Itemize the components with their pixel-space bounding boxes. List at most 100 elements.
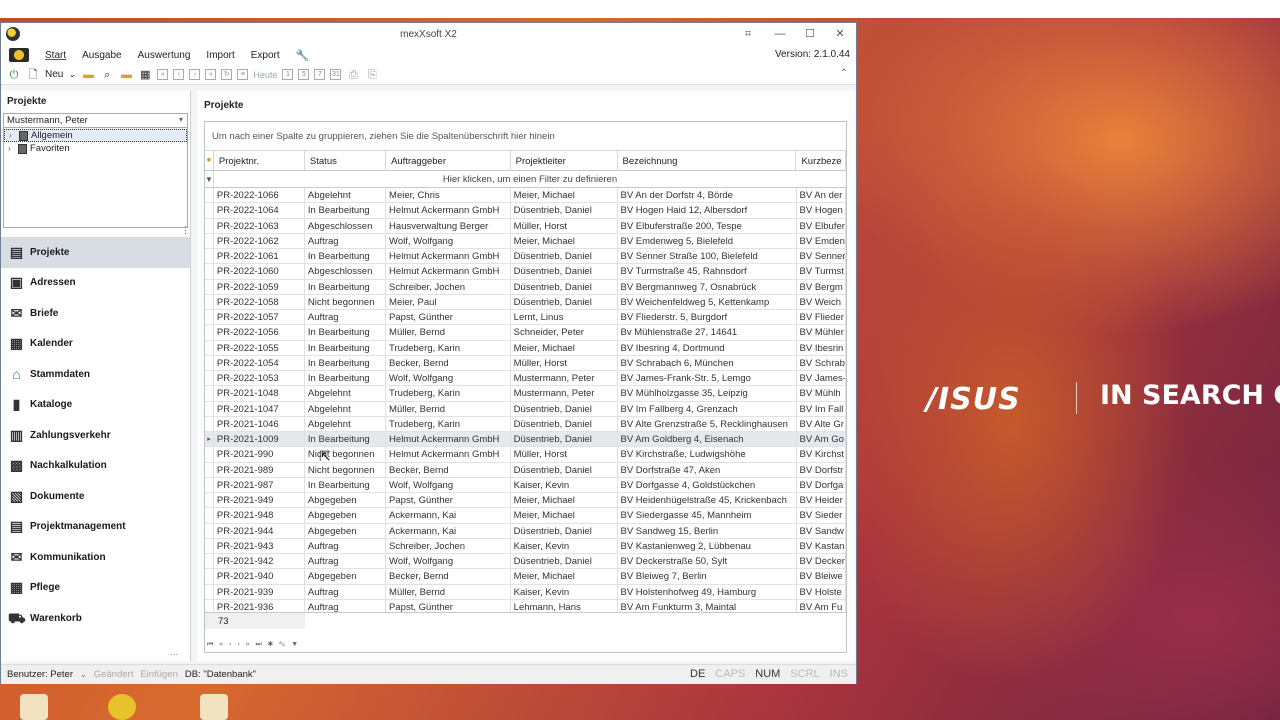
table-cell[interactable]: Düsentrieb, Daniel [511, 401, 618, 416]
table-cell[interactable]: BV Siedergasse 45, Mannheim [618, 508, 797, 523]
table-cell[interactable]: In Bearbeitung [305, 477, 387, 492]
sidebar-item-zahlungsverkehr[interactable]: ▥ Zahlungsverkehr [1, 420, 190, 451]
table-cell[interactable]: PR-2022-1053 [214, 371, 305, 386]
table-cell[interactable]: BV Mühlh [797, 386, 846, 401]
table-cell[interactable]: BV Ibesring 4, Dortmund [618, 340, 797, 355]
table-cell[interactable]: Meier, Chris [386, 188, 511, 203]
table-cell[interactable]: PR-2022-1057 [214, 310, 305, 325]
table-cell[interactable]: Kaiser, Kevin [511, 538, 618, 553]
table-cell[interactable]: Bv Mühlenstraße 27, 14641 [618, 325, 797, 340]
table-row[interactable]: ▸ PR-2021-1009 In Bearbeitung Helmut Ackerm… [205, 432, 846, 448]
table-cell[interactable]: Abgelehnt [305, 386, 387, 401]
table-cell[interactable]: Abgegeben [305, 508, 387, 523]
table-cell[interactable]: Meier, Michael [511, 340, 618, 355]
table-cell[interactable]: BV Turmst [797, 264, 846, 279]
table-row[interactable]: PR-2022-1056 In Bearbeitung Müller, Bernd S… [205, 325, 846, 341]
table-cell[interactable]: Abgegeben [305, 523, 387, 538]
table-cell[interactable]: Mustermann, Peter [511, 371, 618, 386]
table-cell[interactable]: BV Schrabach 6, München [618, 355, 797, 370]
refresh-icon[interactable]: ↻ [221, 69, 233, 80]
table-cell[interactable]: PR-2022-1055 [214, 340, 305, 355]
table-cell[interactable]: PR-2022-1064 [214, 203, 305, 218]
expand-icon[interactable]: › [8, 144, 18, 153]
table-cell[interactable]: In Bearbeitung [305, 203, 387, 218]
table-cell[interactable]: Düsentrieb, Daniel [511, 432, 618, 447]
table-cell[interactable]: PR-2022-1059 [214, 279, 305, 294]
print-icon[interactable]: ⎙ [346, 68, 360, 82]
table-cell[interactable]: Auftrag [305, 599, 387, 612]
table-cell[interactable]: Düsentrieb, Daniel [511, 279, 618, 294]
desktop-icon-file-1[interactable] [20, 694, 48, 720]
table-cell[interactable]: BV Sandw [797, 523, 846, 538]
table-cell[interactable]: Düsentrieb, Daniel [511, 416, 618, 431]
table-cell[interactable]: BV Decker [797, 554, 846, 569]
table-cell[interactable]: Helmut Ackermann GmbH [386, 264, 511, 279]
current-user[interactable]: Benutzer: Peter [7, 669, 73, 680]
table-cell[interactable]: BV Schrab [797, 355, 846, 370]
tab-ausgabe[interactable]: Ausgabe [82, 50, 121, 61]
table-cell[interactable]: PR-2021-990 [214, 447, 305, 462]
table-cell[interactable]: Trudeberg, Karin [386, 416, 511, 431]
previous-record-icon[interactable]: ‹ [173, 69, 185, 80]
table-cell[interactable]: PR-2021-936 [214, 599, 305, 612]
table-cell[interactable]: Lernt, Linus [511, 310, 618, 325]
table-cell[interactable]: PR-2021-939 [214, 584, 305, 599]
sidebar-item-kommunikation[interactable]: ✉ Kommunikation [1, 542, 190, 573]
first-record-icon[interactable]: « [157, 69, 169, 80]
table-cell[interactable]: Auftrag [305, 554, 387, 569]
table-row[interactable]: PR-2022-1055 In Bearbeitung Trudeberg, Kar… [205, 340, 846, 356]
table-cell[interactable]: BV Ibesrin [797, 340, 846, 355]
table-cell[interactable]: BV Bleiwe [797, 569, 846, 584]
table-row[interactable]: PR-2022-1064 In Bearbeitung Helmut Ackerma… [205, 203, 846, 219]
more-navigation-button[interactable]: ... [170, 647, 178, 657]
table-cell[interactable]: BV Im Fall [797, 401, 846, 416]
table-cell[interactable]: BV An der Dorfstr 4, Börde [618, 188, 797, 203]
table-cell[interactable]: Düsentrieb, Daniel [511, 203, 618, 218]
table-cell[interactable]: Ackermann, Kai [386, 508, 511, 523]
table-cell[interactable]: BV Emdenweg 5, Bielefeld [618, 233, 797, 248]
sidebar-item-stammdaten[interactable]: ⌂ Stammdaten [1, 359, 190, 390]
table-cell[interactable]: Helmut Ackermann GmbH [386, 249, 511, 264]
table-cell[interactable]: In Bearbeitung [305, 432, 387, 447]
table-row[interactable]: PR-2021-944 Abgegeben Ackermann, Kai Düsent… [205, 523, 846, 539]
table-cell[interactable]: BV Senner [797, 249, 846, 264]
sidebar-item-warenkorb[interactable]: ⛟ Warenkorb [1, 603, 190, 634]
table-cell[interactable]: PR-2021-942 [214, 554, 305, 569]
table-cell[interactable]: Kaiser, Kevin [511, 584, 618, 599]
table-cell[interactable]: Abgeschlossen [305, 264, 387, 279]
today-button[interactable]: Heute [253, 70, 277, 80]
search-icon[interactable]: ⌕ [100, 68, 114, 82]
table-cell[interactable]: BV Dorfstraße 47, Aken [618, 462, 797, 477]
sidebar-item-briefe[interactable]: ✉ Briefe [1, 298, 190, 329]
app-menu-icon[interactable] [9, 48, 29, 62]
table-cell[interactable]: Meier, Michael [511, 233, 618, 248]
table-cell[interactable]: Meier, Michael [511, 188, 618, 203]
table-cell[interactable]: Abgegeben [305, 569, 387, 584]
new-document-icon[interactable]: 🗋 [26, 68, 40, 82]
table-cell[interactable]: BV Am Goldberg 4, Eisenach [618, 432, 797, 447]
splitter-handle[interactable]: ⋮ [181, 225, 190, 236]
filter-row[interactable]: ▼ Hier klicken, um einen Filter zu defin… [205, 171, 846, 188]
table-cell[interactable]: PR-2021-948 [214, 508, 305, 523]
table-cell[interactable]: In Bearbeitung [305, 279, 387, 294]
table-cell[interactable]: BV Mühler [797, 325, 846, 340]
table-cell[interactable]: BV Bergmannweg 7, Osnabrück [618, 279, 797, 294]
user-select[interactable]: Mustermann, Peter ▾ [3, 113, 188, 128]
table-cell[interactable]: PR-2022-1054 [214, 355, 305, 370]
table-cell[interactable]: Papst, Günther [386, 493, 511, 508]
table-cell[interactable]: BV Heider [797, 493, 846, 508]
table-cell[interactable]: BV Hogen Haid 12, Albersdorf [618, 203, 797, 218]
table-cell[interactable]: Schreiber, Jochen [386, 279, 511, 294]
table-cell[interactable]: BV Bergm [797, 279, 846, 294]
tree-node-favoriten[interactable]: › Favoriten [4, 142, 187, 155]
table-cell[interactable]: BV Weich [797, 294, 846, 309]
table-row[interactable]: PR-2022-1063 Abgeschlossen Hausverwaltung … [205, 218, 846, 234]
sidebar-item-nachkalkulation[interactable]: ▩ Nachkalkulation [1, 451, 190, 482]
table-row[interactable]: PR-2021-1048 Abgelehnt Trudeberg, Karin Mus… [205, 386, 846, 402]
table-cell[interactable]: Abgelehnt [305, 188, 387, 203]
table-cell[interactable]: Schreiber, Jochen [386, 538, 511, 553]
table-cell[interactable]: In Bearbeitung [305, 355, 387, 370]
table-cell[interactable]: BV Sieder [797, 508, 846, 523]
table-cell[interactable]: PR-2021-987 [214, 477, 305, 492]
table-cell[interactable]: BV Dorfgasse 4, Goldstückchen [618, 477, 797, 492]
